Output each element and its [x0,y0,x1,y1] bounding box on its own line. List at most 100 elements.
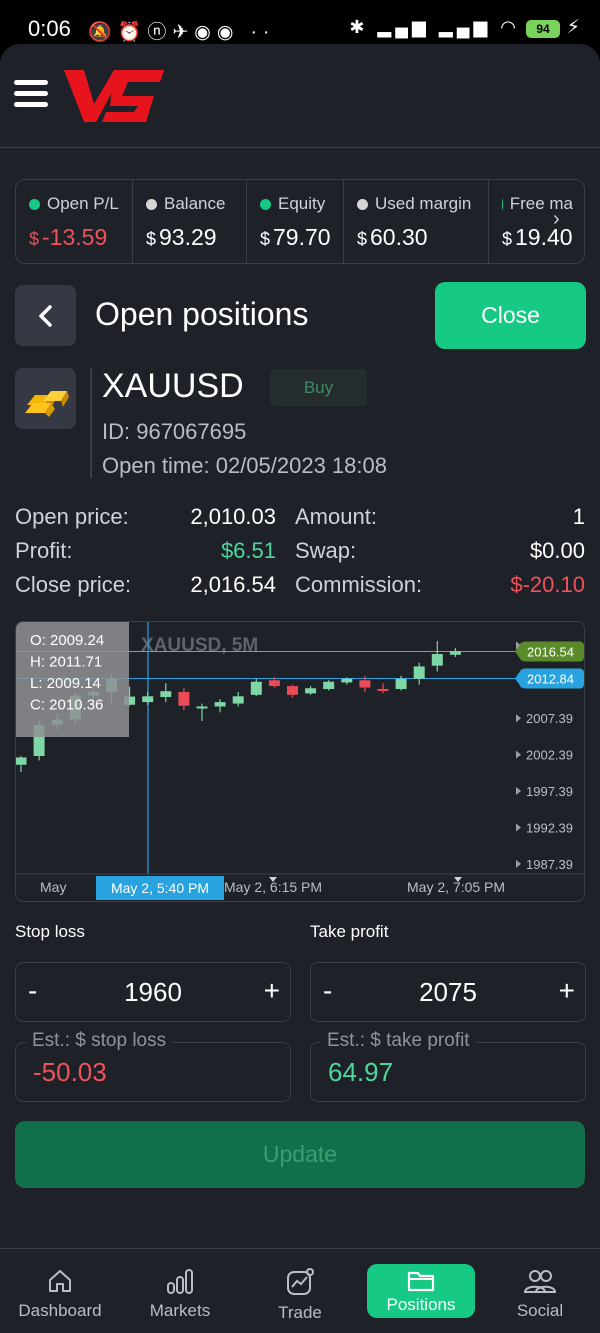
menu-icon-bar [14,80,48,85]
nav-positions[interactable]: Positions [367,1264,475,1318]
y-tick-marker [516,750,521,759]
y-tick-marker [516,859,521,868]
detail-row: Profit: $6.51 Swap: $0.00 [15,538,585,568]
stat-label-text: Used margin [375,194,472,213]
profit-value: $6.51 [220,538,276,563]
currency-symbol: $ [29,229,40,249]
stat-label-text: Equity [278,194,326,213]
stat-label: Equity [260,194,331,214]
stat-value: $79.70 [260,224,331,251]
candle-body [341,678,353,683]
home-icon [49,1270,71,1292]
status-dot-icon [29,198,40,210]
y-tick-label: 1992.39 [526,820,573,835]
detail-row: Close price: 2,016.54 Commission: $-20.1… [15,572,585,602]
swap-label: Swap: [295,538,357,563]
nav-label: Dashboard [18,1301,102,1320]
take-profit-value[interactable]: 2075 [311,977,585,1008]
currency-symbol: $ [357,229,368,249]
stat-label-text: Balance [164,194,226,213]
ohlc-tooltip-l: L: 2009.14 [30,675,101,692]
candle-body [16,757,27,765]
status-dot-icon [357,198,368,210]
app-header [0,44,600,148]
nav-markets[interactable]: Markets [126,1249,234,1333]
candle-body [377,688,389,691]
candlestick-chart-svg[interactable]: XAUUSD, 5M2017.392007.392002.391997.3919… [16,622,585,902]
crosshair-price-label: 2012.84 [527,672,574,687]
stat-label: Used margin [357,194,476,214]
x-tick-label: May 2, 7:05 PM [407,879,505,895]
amount-label: Amount: [295,504,377,529]
open-price-value: 2,010.03 [190,504,276,529]
stat-cell: Free ma $19.40 [489,180,584,263]
stop-loss-increment-button[interactable]: + [264,975,280,1007]
est-take-profit-label: Est.: $ take profit [321,1030,476,1052]
nav-label: Markets [149,1301,211,1320]
chevron-right-icon[interactable]: › [553,208,560,231]
stat-value: $93.29 [146,224,234,251]
y-tick-label: 1997.39 [526,784,573,799]
nav-social[interactable]: Social [486,1249,594,1333]
currency-symbol: $ [146,229,157,249]
ohlc-tooltip-c: C: 2010.36 [30,697,103,714]
candle-body [232,696,244,704]
stat-value: $60.30 [357,224,476,251]
gold-bars-icon [24,390,69,417]
side-badge: Buy [270,369,367,406]
nav-dashboard[interactable]: Dashboard [6,1249,114,1333]
take-profit-increment-button[interactable]: + [559,975,575,1007]
candle-body [268,680,280,687]
currency-symbol: $ [502,229,513,249]
candle-body [214,702,226,707]
menu-icon-bar [14,102,48,107]
x-tick-label: May 2, 6:15 PM [224,879,322,895]
candle-body [142,696,154,703]
notification-icons: 🔕⏰ⓝ✈◉◉ ·· [88,22,276,43]
nav-label: Social [516,1301,564,1320]
candle-body [395,678,407,689]
update-button[interactable]: Update [15,1121,585,1188]
stop-loss-value[interactable]: 1960 [16,977,290,1008]
status-time: 0:06 [28,16,71,41]
y-tick-label: 2002.39 [526,748,573,763]
close-position-button[interactable]: Close [435,282,586,349]
chart-title: XAUUSD, 5M [141,635,258,656]
crosshair-price-badge-arrow [515,668,522,689]
est-stop-loss-value: -50.03 [33,1057,107,1087]
nav-label: Trade [278,1303,322,1322]
candle-body [287,686,298,695]
stat-amount: -13.59 [42,224,108,250]
position-id: ID: 967067695 [102,419,247,444]
take-profit-stepper[interactable]: - 2075 + [310,962,586,1022]
bottom-navigation: Dashboard Markets Trade Positions Social [0,1248,600,1333]
stat-amount: 19.40 [515,224,573,250]
back-button[interactable] [15,285,76,346]
stat-amount: 79.70 [273,224,331,250]
stop-loss-stepper[interactable]: - 1960 + [15,962,291,1022]
menu-button[interactable] [14,80,48,108]
nav-trade[interactable]: Trade [246,1249,354,1333]
x-tick-label: May [40,879,66,895]
nav-label: Positions [386,1295,456,1314]
candle-body [196,706,208,709]
est-take-profit-value: 64.97 [328,1057,394,1087]
y-tick-marker [516,714,521,723]
amount-value: 1 [572,504,585,529]
account-stats-strip[interactable]: Open P/L $ -13.59 Balance $93.29 Equity $79.70… [15,179,585,264]
candle-body [178,691,190,706]
close-price-value: 2,016.54 [190,572,276,597]
stat-label: Balance [146,194,234,214]
stat-value: $ -13.59 [29,224,120,251]
instrument-icon [15,368,76,429]
price-chart[interactable]: XAUUSD, 5M2017.392007.392002.391997.3919… [15,621,585,902]
ohlc-tooltip-h: H: 2011.71 [30,654,102,671]
close-price-label: Close price: [15,572,132,597]
bar-chart-icon [167,1269,193,1294]
status-dot-icon [260,198,271,210]
stat-amount: 93.29 [159,224,217,250]
detail-row: Open price: 2,010.03 Amount: 1 [15,504,585,534]
y-tick-marker [516,823,521,832]
swap-value: $0.00 [529,538,585,563]
stop-loss-label: Stop loss [15,922,85,941]
